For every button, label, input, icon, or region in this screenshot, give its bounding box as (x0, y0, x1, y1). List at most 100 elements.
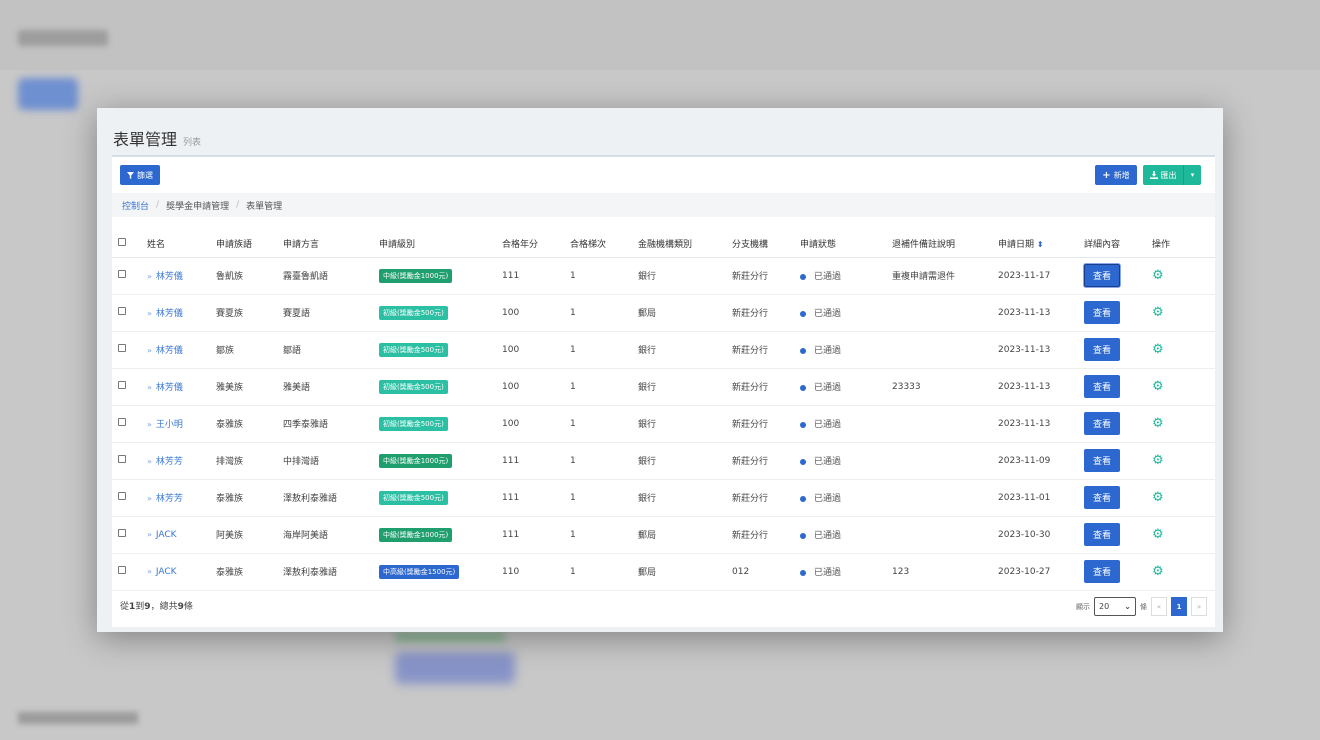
actions-cell: ⚙ (1152, 331, 1215, 369)
row-select-cell (112, 257, 147, 295)
select-all-checkbox[interactable] (118, 238, 126, 247)
gear-icon[interactable]: ⚙ (1152, 564, 1164, 579)
background-button (18, 78, 78, 110)
prev-page-button[interactable]: « (1151, 597, 1167, 616)
table-header-row: 姓名 申請族語 申請方言 申請級別 合格年分 合格梯次 金融機構類別 分支機構 … (112, 231, 1215, 258)
applicant-name-link[interactable]: 林芳芳 (156, 457, 183, 467)
expand-chevron-icon[interactable]: » (147, 457, 152, 466)
actions-cell: ⚙ (1152, 479, 1215, 517)
language-cell: 雅美族 (216, 368, 283, 406)
bank-type-cell: 銀行 (638, 479, 732, 517)
row-checkbox[interactable] (118, 381, 126, 389)
page-size-select[interactable]: 20 ⌄ (1094, 597, 1136, 616)
language-cell: 賽夏族 (216, 294, 283, 332)
row-checkbox[interactable] (118, 566, 126, 574)
gear-icon[interactable]: ⚙ (1152, 342, 1164, 357)
row-checkbox[interactable] (118, 455, 126, 463)
page-1-button[interactable]: 1 (1171, 597, 1187, 616)
view-button[interactable]: 查看 (1084, 412, 1120, 435)
header-date[interactable]: 申請日期 ⬍ (998, 231, 1084, 258)
gear-icon[interactable]: ⚙ (1152, 305, 1164, 320)
level-badge: 初級(獎勵金500元) (379, 416, 448, 431)
background-title (18, 30, 108, 46)
add-button[interactable]: + 新增 (1095, 165, 1137, 185)
table-row: » JACK 泰雅族 澤敖利泰雅語 中高級(獎勵金1500元) 110 1 郵局 012 已通過 1… (112, 553, 1215, 591)
expand-chevron-icon[interactable]: » (147, 567, 152, 576)
applicant-name-link[interactable]: 林芳儀 (156, 272, 183, 282)
details-cell: 查看 (1084, 294, 1152, 332)
table-body: » 林芳儀 魯凱族 霧臺魯凱語 中級(獎勵金1000元) 111 1 銀行 新莊分行 已通過 重複申… (112, 257, 1215, 591)
actions-cell: ⚙ (1152, 368, 1215, 406)
applicant-name-link[interactable]: 林芳儀 (156, 383, 183, 393)
gear-icon[interactable]: ⚙ (1152, 268, 1164, 283)
export-dropdown-toggle[interactable]: ▾ (1183, 165, 1201, 185)
dialect-cell: 賽夏語 (283, 294, 379, 332)
table-row: » 林芳芳 泰雅族 澤敖利泰雅語 初級(獎勵金500元) 111 1 銀行 新莊分行 已通過 202… (112, 479, 1215, 517)
applicant-name-link[interactable]: 王小明 (156, 420, 183, 430)
branch-cell: 新莊分行 (732, 479, 800, 517)
breadcrumb-dashboard[interactable]: 控制台 (122, 199, 149, 212)
batch-cell: 1 (570, 368, 638, 406)
row-checkbox[interactable] (118, 270, 126, 278)
view-button[interactable]: 查看 (1084, 486, 1120, 509)
table-row: » 林芳儀 魯凱族 霧臺魯凱語 中級(獎勵金1000元) 111 1 銀行 新莊分行 已通過 重複申… (112, 257, 1215, 295)
row-select-cell (112, 294, 147, 332)
expand-chevron-icon[interactable]: » (147, 494, 152, 503)
export-button[interactable]: 匯出 (1143, 165, 1183, 185)
next-page-button[interactable]: » (1191, 597, 1207, 616)
row-checkbox[interactable] (118, 418, 126, 426)
row-checkbox[interactable] (118, 492, 126, 500)
expand-chevron-icon[interactable]: » (147, 383, 152, 392)
filter-button[interactable]: 篩選 (120, 165, 160, 185)
applicant-name-link[interactable]: 林芳儀 (156, 346, 183, 356)
view-button[interactable]: 查看 (1084, 523, 1120, 546)
status-cell: 已通過 (800, 294, 892, 332)
row-select-cell (112, 553, 147, 591)
expand-chevron-icon[interactable]: » (147, 272, 152, 281)
gear-icon[interactable]: ⚙ (1152, 416, 1164, 431)
expand-chevron-icon[interactable]: » (147, 530, 152, 539)
view-button[interactable]: 查看 (1084, 264, 1120, 287)
year-cell: 111 (502, 516, 570, 554)
branch-cell: 新莊分行 (732, 257, 800, 295)
date-cell: 2023-11-13 (998, 405, 1084, 443)
row-checkbox[interactable] (118, 529, 126, 537)
applicant-name-link[interactable]: 林芳儀 (156, 309, 183, 319)
status-cell: 已通過 (800, 331, 892, 369)
gear-icon[interactable]: ⚙ (1152, 490, 1164, 505)
breadcrumb-separator: / (236, 200, 240, 210)
date-cell: 2023-11-13 (998, 331, 1084, 369)
row-select-cell (112, 516, 147, 554)
row-checkbox[interactable] (118, 307, 126, 315)
view-button[interactable]: 查看 (1084, 449, 1120, 472)
applicant-name-link[interactable]: JACK (156, 567, 177, 577)
page-title: 表單管理 (113, 130, 178, 149)
branch-cell: 新莊分行 (732, 405, 800, 443)
expand-chevron-icon[interactable]: » (147, 309, 152, 318)
gear-icon[interactable]: ⚙ (1152, 379, 1164, 394)
view-button[interactable]: 查看 (1084, 375, 1120, 398)
dialect-cell: 四季泰雅語 (283, 405, 379, 443)
status-text: 已通過 (814, 272, 842, 282)
view-button[interactable]: 查看 (1084, 301, 1120, 324)
table-row: » 王小明 泰雅族 四季泰雅語 初級(獎勵金500元) 100 1 銀行 新莊分行 已通過 2023… (112, 405, 1215, 443)
name-cell: » 林芳儀 (147, 257, 216, 295)
gear-icon[interactable]: ⚙ (1152, 527, 1164, 542)
language-cell: 泰雅族 (216, 479, 283, 517)
language-cell: 阿美族 (216, 516, 283, 554)
status-dot-icon (800, 347, 806, 354)
note-cell: 123 (892, 553, 998, 591)
expand-chevron-icon[interactable]: » (147, 346, 152, 355)
branch-cell: 新莊分行 (732, 294, 800, 332)
row-checkbox[interactable] (118, 344, 126, 352)
gear-icon[interactable]: ⚙ (1152, 453, 1164, 468)
year-cell: 100 (502, 405, 570, 443)
applicant-name-link[interactable]: JACK (156, 530, 177, 540)
actions-cell: ⚙ (1152, 405, 1215, 443)
content-panel: 篩選 + 新增 匯出 ▾ 控制台 / 獎學金申請管理 / 表單管理 姓名 申請族… (112, 155, 1215, 627)
view-button[interactable]: 查看 (1084, 338, 1120, 361)
table-row: » JACK 阿美族 海岸阿美語 中級(獎勵金1000元) 111 1 郵局 新莊分行 已通過 20… (112, 516, 1215, 554)
expand-chevron-icon[interactable]: » (147, 420, 152, 429)
applicant-name-link[interactable]: 林芳芳 (156, 494, 183, 504)
view-button[interactable]: 查看 (1084, 560, 1120, 583)
